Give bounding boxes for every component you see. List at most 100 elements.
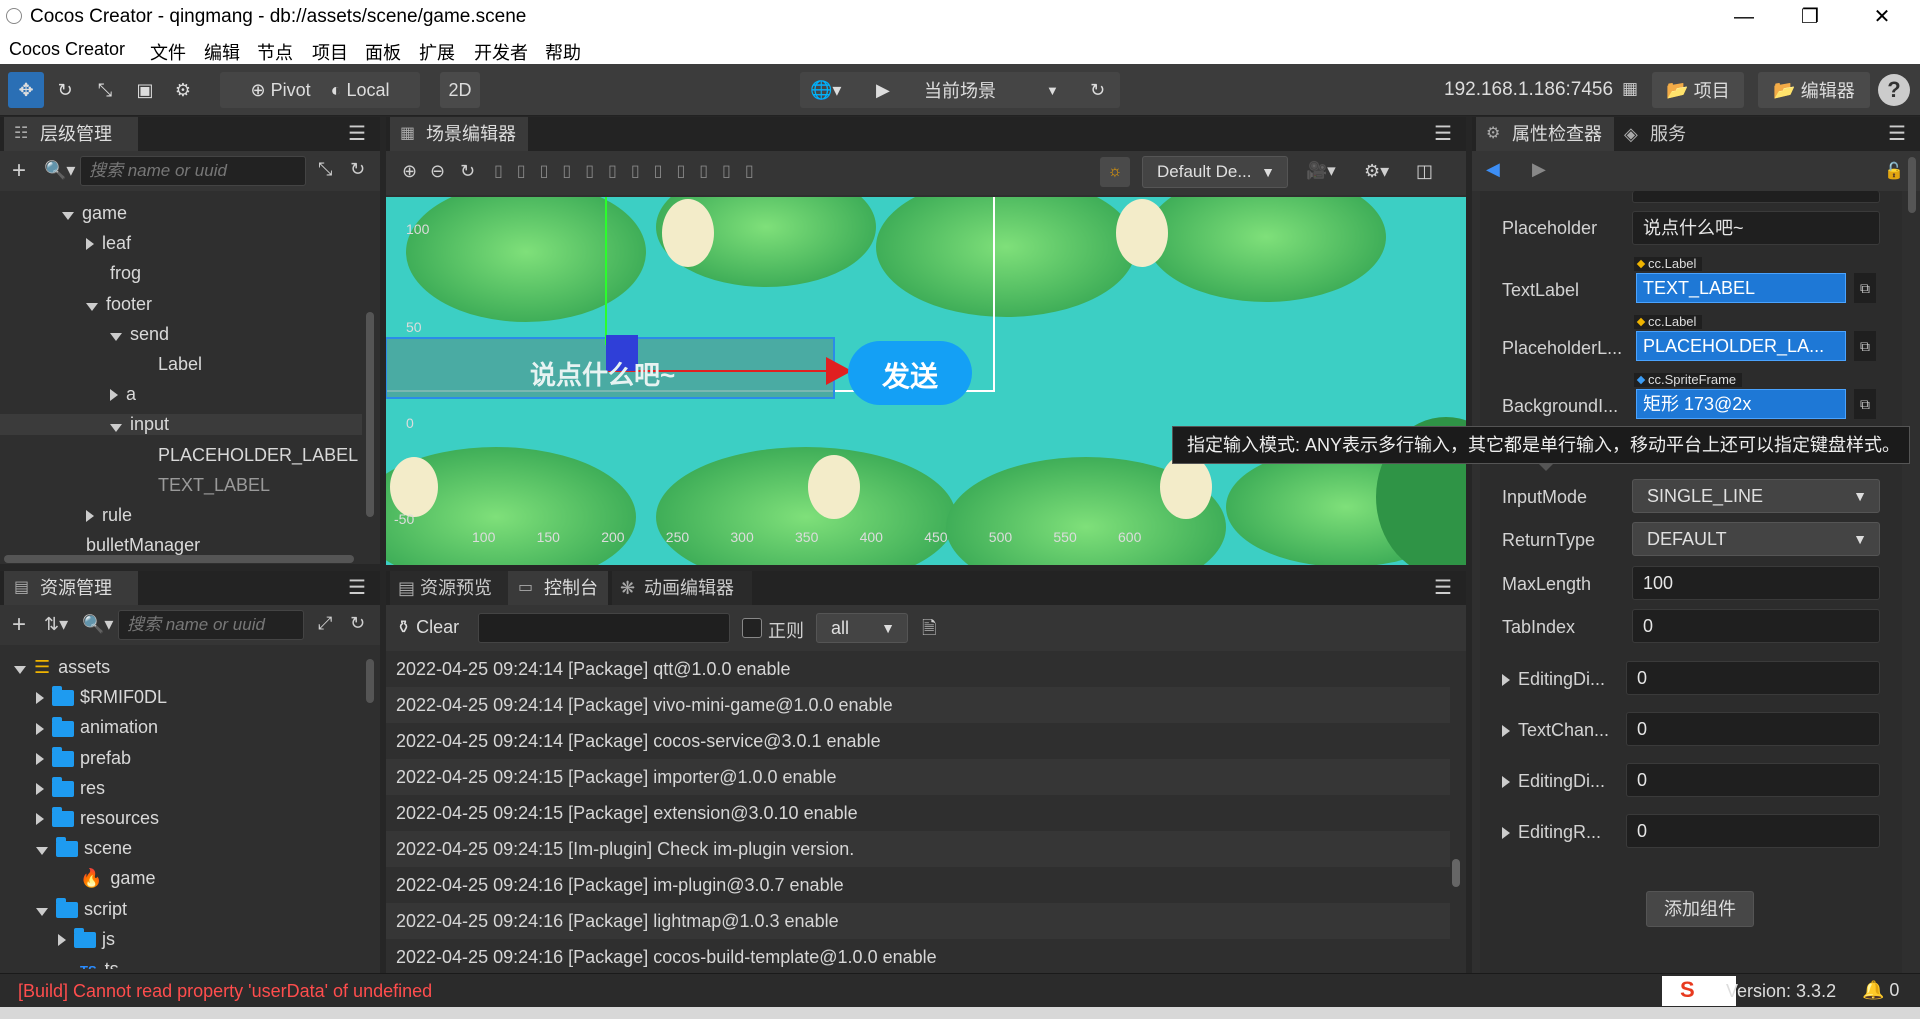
zoom-out-icon[interactable]: ⊖ [430, 161, 445, 182]
menu-item-project[interactable]: 项目 [312, 39, 348, 65]
pick-asset-icon[interactable]: ⧉ [1854, 389, 1876, 419]
hierarchy-node[interactable]: bulletManager [62, 535, 200, 555]
tabindex-field[interactable]: 0 [1632, 609, 1880, 643]
caret-right-icon[interactable] [1502, 776, 1510, 789]
background-field[interactable]: 矩形 173@2x [1636, 389, 1846, 419]
event-row-label[interactable]: TextChan... [1502, 720, 1609, 741]
placeholder-field[interactable]: 说点什么吧~ [1632, 211, 1880, 245]
log-entry[interactable]: 2022-04-25 09:24:14 [Package] vivo-mini-… [386, 687, 1450, 723]
menu-item-node[interactable]: 节点 [257, 39, 293, 65]
caret-right-icon[interactable] [86, 510, 94, 523]
rect-tool-icon[interactable]: ▣ [130, 72, 160, 108]
camera-select[interactable]: Default De... [1142, 156, 1288, 188]
hierarchy-node[interactable]: footer [86, 294, 152, 315]
caret-right-icon[interactable] [36, 783, 44, 796]
status-error-text[interactable]: [Build] Cannot read property 'userData' … [18, 981, 432, 1002]
pivot-button[interactable]: ⊕ Pivot [250, 80, 310, 101]
caret-right-icon[interactable] [1502, 725, 1510, 738]
maximize-icon[interactable]: ❐ [1778, 0, 1842, 34]
inputmode-select[interactable]: SINGLE_LINE [1632, 479, 1880, 513]
caret-right-icon[interactable] [58, 934, 66, 947]
hierarchy-search-input[interactable]: 搜索 name or uuid [80, 156, 306, 186]
hierarchy-node[interactable]: frog [86, 263, 141, 284]
rotate-tool-icon[interactable]: ↻ [50, 72, 80, 108]
scene-viewport[interactable]: 100 50 0 -50 100 150 200 250 300 350 400 450 500… [386, 197, 1466, 565]
pick-node-icon[interactable]: ⧉ [1854, 331, 1876, 361]
regex-checkbox[interactable] [742, 618, 762, 638]
log-level-select[interactable]: all [816, 613, 908, 643]
caret-down-icon[interactable] [86, 302, 98, 311]
scene-select[interactable]: 当前场景 [924, 77, 996, 103]
inspector-scrollbar[interactable] [1908, 157, 1916, 213]
caret-right-icon[interactable] [36, 813, 44, 826]
hierarchy-node[interactable]: send [110, 324, 169, 345]
log-entry[interactable]: 2022-04-25 09:24:15 [Package] importer@1… [386, 759, 1450, 795]
caret-down-icon[interactable] [110, 423, 122, 432]
hierarchy-hscrollbar[interactable] [4, 555, 354, 563]
asset-item[interactable]: animation [36, 716, 158, 738]
gear-tool-icon[interactable]: ⚙ [168, 72, 198, 108]
chevron-down-icon[interactable]: ▼ [1046, 83, 1059, 98]
caret-down-icon[interactable] [36, 907, 48, 916]
editor-button[interactable]: 📂 编辑器 [1758, 72, 1870, 108]
log-entry[interactable]: 2022-04-25 09:24:16 [Package] im-plugin@… [386, 867, 1450, 903]
menu-item-help[interactable]: 帮助 [545, 39, 581, 65]
refresh-icon[interactable]: ↻ [350, 159, 365, 180]
zoom-in-icon[interactable]: ⊕ [402, 161, 417, 182]
caret-right-icon[interactable] [86, 238, 94, 251]
project-button[interactable]: 📂 项目 [1652, 72, 1744, 108]
hierarchy-node[interactable]: TEXT_LABEL [134, 475, 270, 496]
scene-menu-icon[interactable]: ☰ [1434, 117, 1452, 151]
console-menu-icon[interactable]: ☰ [1434, 571, 1452, 605]
event-count-field[interactable]: 0 [1626, 814, 1880, 848]
caret-down-icon[interactable] [110, 333, 122, 342]
asset-item[interactable]: 🔥 game [58, 868, 155, 889]
asset-item[interactable]: ☰ assets [14, 657, 110, 678]
asset-item[interactable]: $RMIF0DL [36, 686, 167, 708]
asset-item[interactable]: js [58, 928, 115, 950]
asset-item[interactable]: TS ts [58, 959, 119, 969]
caret-right-icon[interactable] [1502, 827, 1510, 840]
scale-tool-icon[interactable]: ⤡ [90, 72, 120, 108]
menu-item-panel[interactable]: 面板 [365, 39, 401, 65]
sort-icon[interactable]: ⇅▾ [44, 614, 68, 635]
assets-menu-icon[interactable]: ☰ [348, 571, 366, 605]
log-entry[interactable]: 2022-04-25 09:24:15 [Package] extension@… [386, 795, 1450, 831]
event-row-label[interactable]: EditingDi... [1502, 669, 1605, 690]
menu-item-edit[interactable]: 编辑 [204, 39, 240, 65]
help-icon[interactable]: ? [1878, 74, 1910, 106]
event-count-field[interactable]: 0 [1626, 661, 1880, 695]
layout-icon[interactable]: ◫ [1416, 161, 1433, 182]
clear-button[interactable]: ⚱ Clear [396, 617, 459, 638]
globe-icon[interactable]: 🌐▾ [810, 80, 841, 101]
menu-item-developer[interactable]: 开发者 [474, 39, 528, 65]
event-row-label[interactable]: EditingR... [1502, 822, 1601, 843]
tab-services[interactable]: ◈ 服务 [1620, 117, 1686, 151]
tab-assets[interactable]: ▤资源管理器 [4, 571, 138, 632]
log-entry[interactable]: 2022-04-25 09:24:14 [Package] qtt@1.0.0 … [386, 651, 1450, 687]
menu-item-cocos-creator[interactable]: Cocos Creator [9, 39, 125, 60]
menu-item-file[interactable]: 文件 [150, 39, 186, 65]
caret-right-icon[interactable] [1502, 674, 1510, 687]
caret-right-icon[interactable] [110, 389, 118, 402]
returntype-select[interactable]: DEFAULT [1632, 522, 1880, 556]
caret-down-icon[interactable] [14, 666, 26, 675]
asset-item[interactable]: resources [36, 807, 159, 829]
placeholderl-field[interactable]: PLACEHOLDER_LA... [1636, 331, 1846, 361]
menu-item-extension[interactable]: 扩展 [419, 39, 455, 65]
gear-icon[interactable]: ⚙▾ [1364, 161, 1389, 182]
event-count-field[interactable]: 0 [1626, 763, 1880, 797]
add-component-button[interactable]: 添加组件 [1646, 891, 1754, 927]
event-count-field[interactable]: 0 [1626, 712, 1880, 746]
bell-icon[interactable]: 🔔 0 [1862, 980, 1899, 1001]
asset-item[interactable]: scene [36, 837, 132, 859]
asset-item[interactable]: res [36, 777, 105, 799]
align-tools-icon[interactable]: ▯▯▯▯▯▯▯▯▯▯▯▯ [494, 161, 768, 181]
reset-view-icon[interactable]: ↻ [460, 161, 475, 182]
event-row-label[interactable]: EditingDi... [1502, 771, 1605, 792]
caret-right-icon[interactable] [36, 692, 44, 705]
search-type-icon[interactable]: 🔍▾ [82, 614, 113, 635]
hierarchy-node[interactable]: input [0, 414, 362, 436]
collapse-icon[interactable]: ⤡ [318, 159, 332, 180]
refresh-icon[interactable]: ↻ [350, 613, 365, 634]
